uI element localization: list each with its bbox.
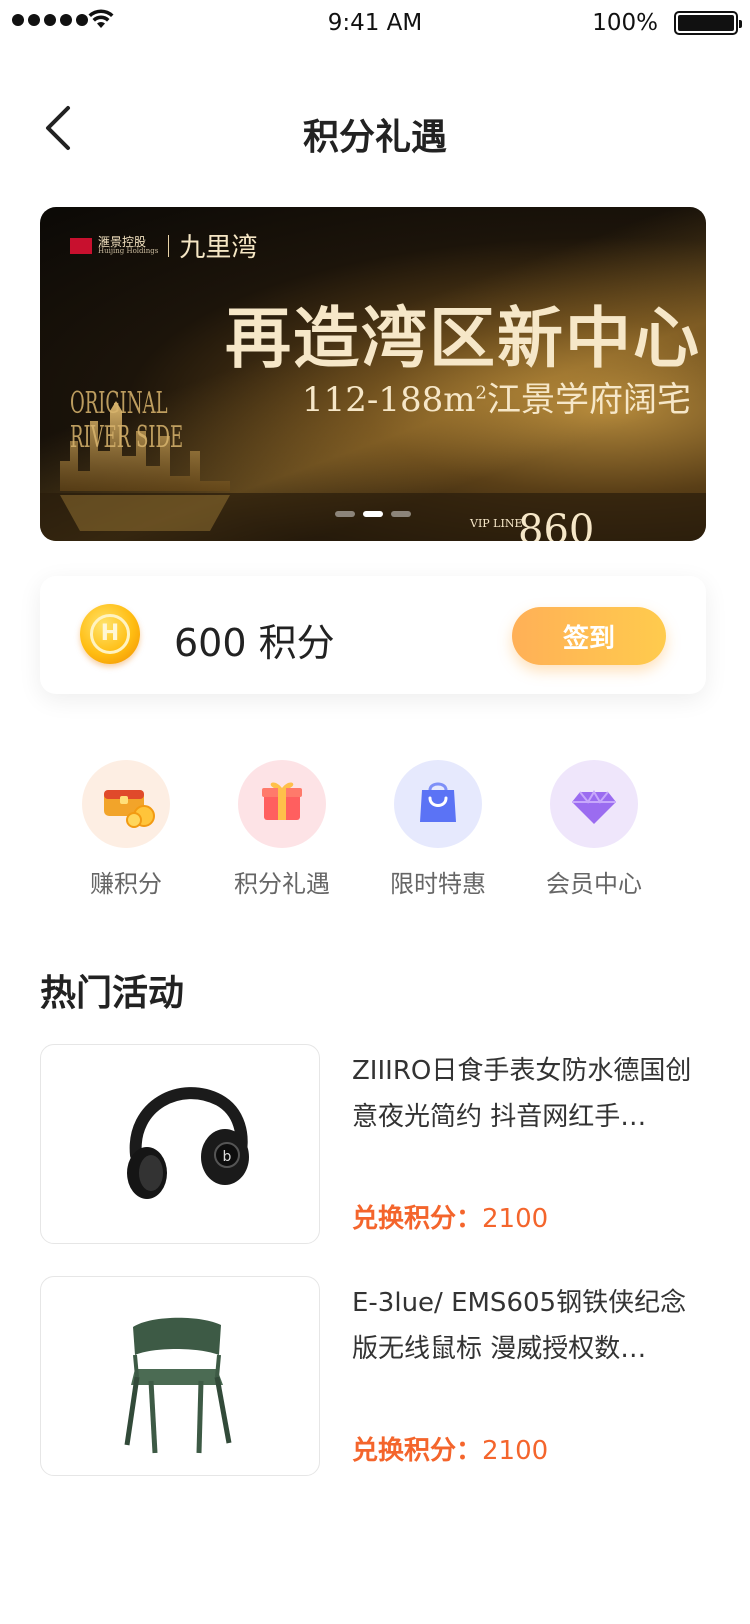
page-title: 积分礼遇 xyxy=(302,117,447,158)
brand-name: 九里湾 xyxy=(179,233,258,263)
banner-brand: 滙景控股 Huijing Holdings 九里湾 xyxy=(70,227,257,264)
quick-menu: 赚积分 积分礼遇 限时特惠 会员中心 xyxy=(40,760,706,900)
svg-text:b: b xyxy=(223,1149,232,1165)
menu-item-limited-offer[interactable]: 限时特惠 xyxy=(378,760,498,899)
company-logo-icon xyxy=(70,237,92,254)
points-coin-icon: H xyxy=(80,604,140,664)
subline-area: 112-188m xyxy=(302,380,476,420)
side-text-line-1: ORIGINAL xyxy=(70,386,168,421)
menu-label: 赚积分 xyxy=(90,870,162,898)
coin-letter: H xyxy=(90,614,130,654)
price-label: 兑换积分： xyxy=(352,1436,483,1466)
price-value: 2100 xyxy=(482,1436,549,1466)
product-title[interactable]: E-3lue/ EMS605钢铁侠纪念版无线鼠标 漫威授权数… xyxy=(352,1280,706,1372)
vip-line-label: VIP LINE xyxy=(470,517,523,530)
treasure-chest-icon xyxy=(82,760,170,848)
carousel-dot[interactable] xyxy=(391,511,411,517)
brand-company: 滙景控股 Huijing Holdings xyxy=(98,236,158,255)
menu-label: 限时特惠 xyxy=(390,870,486,898)
side-text-line-2: RIVER SIDE xyxy=(70,420,184,455)
gift-box-icon xyxy=(238,760,326,848)
menu-item-earn-points[interactable]: 赚积分 xyxy=(66,760,186,899)
product-image-headphones[interactable]: b xyxy=(40,1044,320,1244)
product-price: 兑换积分：2100 xyxy=(352,1198,548,1235)
menu-item-member-center[interactable]: 会员中心 xyxy=(534,760,654,899)
product-card[interactable]: E-3lue/ EMS605钢铁侠纪念版无线鼠标 漫威授权数… 兑换积分：210… xyxy=(40,1276,706,1476)
menu-label: 积分礼遇 xyxy=(234,870,330,898)
subline-sup: 2 xyxy=(475,382,487,404)
product-title[interactable]: ZIIIRO日食手表女防水德国创意夜光简约 抖音网红手… xyxy=(352,1048,706,1140)
points-card: H 600 积分 签到 xyxy=(40,576,706,694)
navigation-bar: 积分礼遇 xyxy=(0,88,750,176)
carousel-dot-active[interactable] xyxy=(363,511,383,517)
banner-side-text: ORIGINAL RIVER SIDE xyxy=(70,387,183,455)
subline-rest: 江景学府阔宅 xyxy=(486,380,691,420)
carousel-indicator xyxy=(40,511,706,517)
points-balance: 600 积分 xyxy=(174,621,335,665)
shopping-bag-icon xyxy=(394,760,482,848)
promo-banner[interactable]: 滙景控股 Huijing Holdings 九里湾 再造湾区新中心 112-18… xyxy=(40,207,706,541)
banner-headline: 再造湾区新中心 xyxy=(225,299,701,377)
status-bar: 9:41 AM 100% xyxy=(0,0,750,46)
product-image-chair[interactable] xyxy=(40,1276,320,1476)
product-price: 兑换积分：2100 xyxy=(352,1430,548,1467)
brand-divider xyxy=(168,234,170,257)
diamond-icon xyxy=(550,760,638,848)
section-title: 热门活动 xyxy=(40,973,185,1014)
battery-percentage: 100% xyxy=(592,10,658,36)
banner-subline: 112-188m2江景学府阔宅 xyxy=(302,372,691,421)
sign-in-button[interactable]: 签到 xyxy=(512,607,666,665)
battery-icon xyxy=(674,11,742,35)
menu-item-points-gifts[interactable]: 积分礼遇 xyxy=(222,760,342,899)
carousel-dot[interactable] xyxy=(335,511,355,517)
brand-company-en: Huijing Holdings xyxy=(98,247,159,255)
price-label: 兑换积分： xyxy=(352,1204,483,1234)
price-value: 2100 xyxy=(482,1204,549,1234)
menu-label: 会员中心 xyxy=(546,870,642,898)
product-card[interactable]: b ZIIIRO日食手表女防水德国创意夜光简约 抖音网红手… 兑换积分：2100 xyxy=(40,1044,706,1244)
